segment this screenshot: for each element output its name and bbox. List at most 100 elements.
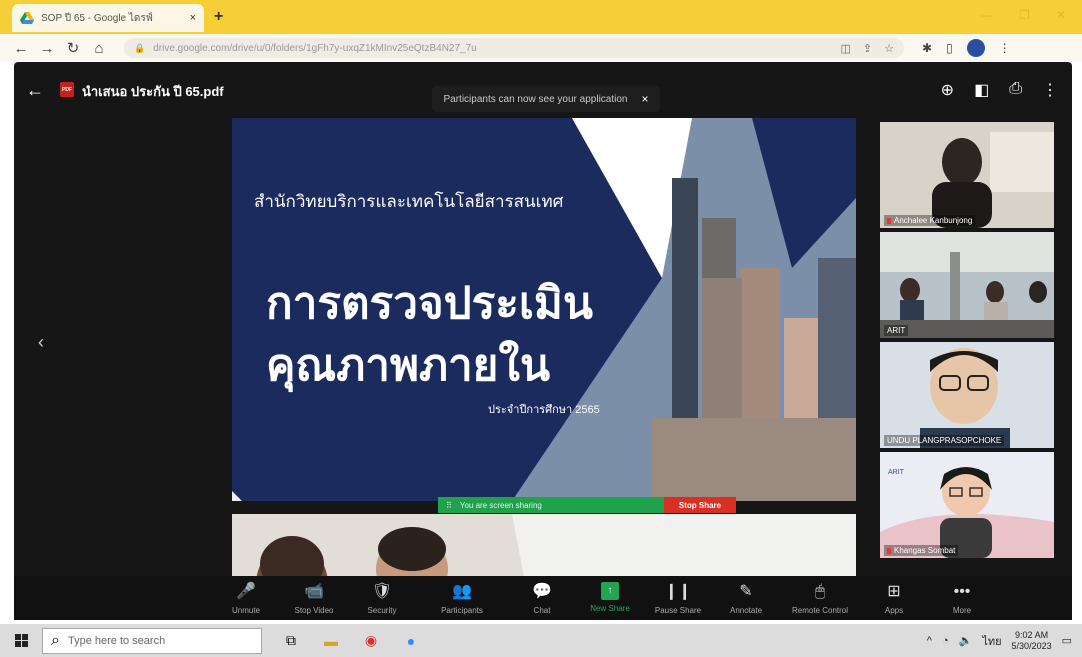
sharing-notice-banner: Participants can now see your applicatio… [432,86,660,112]
notification-center-icon[interactable]: ▭ [1062,634,1072,647]
mouse-icon: 🖱 [815,583,825,600]
pencil-icon: ✎ [739,583,753,600]
print-icon[interactable]: ⎙ [1009,80,1022,100]
chat-button[interactable]: 💬 Chat [508,576,576,615]
browser-tab[interactable]: SOP ปี 65 - Google ไดรฟ์ × [12,4,204,32]
participant-video [880,122,1054,228]
show-hidden-icons-icon[interactable]: ^ [927,635,932,647]
security-button[interactable]: 🛡 Security [348,576,416,615]
previous-page-icon[interactable]: ‹ [38,332,44,353]
sharing-grip-icon[interactable]: ⠿ [446,501,452,510]
svg-text:ARIT: ARIT [888,469,905,476]
forward-icon[interactable]: → [36,37,58,59]
participant-video [880,342,1054,448]
search-placeholder: Type here to search [67,634,166,647]
address-bar[interactable]: 🔒 drive.google.com/drive/u/0/folders/1gF… [124,38,904,58]
slide-page: สำนักวิทยบริการและเทคโนโลยีสารสนเทศ การต… [232,118,856,501]
tab-title: SOP ปี 65 - Google ไดรฟ์ [41,12,153,24]
annotate-button[interactable]: ✎ Annotate [712,576,780,615]
slide-academic-year: ประจำปีการศึกษา 2565 [488,404,600,416]
participant-name: Khangas Sombat [884,545,959,556]
zoom-app-icon[interactable]: ● [400,630,422,652]
more-dots-icon: ••• [953,583,971,600]
open-with-icon[interactable]: ◧ [974,80,989,100]
taskbar-search-box[interactable]: ⌕ Type here to search [42,627,262,654]
screen-share-status-bar: ⠿ You are screen sharing [438,497,664,513]
window-controls: — ❐ ✕ [981,8,1066,22]
slide-organization-name: สำนักวิทยบริการและเทคโนโลยีสารสนเทศ [254,192,564,211]
participant-video-tile[interactable]: ARIT [880,232,1054,338]
lock-icon: 🔒 [134,42,146,53]
more-button[interactable]: ••• More [928,576,996,615]
home-icon[interactable]: ⌂ [88,37,110,59]
clock-date: 5/30/2023 [1011,640,1052,651]
sharing-status-text: You are screen sharing [459,500,542,510]
more-options-icon[interactable]: ⋮ [1042,80,1058,100]
mic-muted-icon [887,217,891,224]
google-drive-icon [20,12,34,24]
maximize-icon[interactable]: ❐ [1019,8,1030,22]
tab-close-icon[interactable]: × [190,12,196,24]
add-to-drive-icon[interactable]: ⊕ [941,80,954,100]
zoom-meeting-toolbar: 🎤 Unmute 📹 Stop Video 🛡 Security 👥 Participa… [14,576,1072,620]
pause-share-button[interactable]: ❙❙ Pause Share [644,576,712,615]
extensions-icon[interactable]: ✱ [922,41,932,55]
browser-menu-icon[interactable]: ⋮ [999,41,1011,55]
stop-video-button[interactable]: 📹 Stop Video [280,576,348,615]
taskbar-clock[interactable]: 9:02 AM 5/30/2023 [1012,630,1052,652]
windows-logo-icon [14,634,28,647]
wifi-icon[interactable]: ◔ [942,635,949,647]
sharing-notice-text: Participants can now see your applicatio… [443,93,628,105]
close-window-icon[interactable]: ✕ [1056,8,1066,22]
bookmark-star-icon[interactable]: ☆ [884,42,894,55]
participant-avatar-video: ARIT [880,452,1054,558]
url-text: drive.google.com/drive/u/0/folders/1gFh7… [153,42,477,54]
input-language[interactable]: ไทย [982,632,1001,650]
volume-icon[interactable]: 🔈 [959,634,973,647]
reload-icon[interactable]: ↻ [62,37,84,59]
chat-bubble-icon: 💬 [532,583,552,600]
viewer-back-icon[interactable]: ← [26,80,44,101]
minimize-icon[interactable]: — [981,8,993,22]
chrome-icon[interactable]: ◉ [360,630,382,652]
pdf-file-name: นำเสนอ ประกัน ปี 65.pdf [82,84,224,99]
participant-video [880,232,1054,338]
slide-corner-mark [232,491,242,501]
task-view-icon[interactable]: ⧉ [280,630,302,652]
screen: SOP ปี 65 - Google ไดรฟ์ × + — ❐ ✕ ← → ↻… [0,0,1082,657]
participant-video-tile[interactable]: UNDU PLANGPRASOPCHOKE [880,342,1054,448]
banner-close-icon[interactable]: × [641,92,648,106]
pdf-viewer: ← PDF นำเสนอ ประกัน ปี 65.pdf Participan… [14,62,1072,620]
remote-control-button[interactable]: 🖱 Remote Control [780,576,860,615]
apps-button[interactable]: ⊞ Apps [860,576,928,615]
unmute-button[interactable]: 🎤 Unmute [212,576,280,615]
video-camera-icon: 📹 [304,583,324,600]
clock-time: 9:02 AM [1015,629,1049,640]
participant-name: ARIT [884,325,909,336]
google-lens-icon[interactable]: ◫ [841,42,851,55]
stop-share-button[interactable]: Stop Share [664,497,736,513]
viewer-actions: ⊕ ◧ ⎙ ⋮ [941,80,1058,100]
slide-title-line-2: คุณภาพภายใน [266,341,551,390]
apps-grid-icon: ⊞ [887,583,901,600]
side-panel-icon[interactable]: ▯ [946,41,953,55]
pdf-file-icon: PDF [60,82,74,97]
browser-tab-strip: SOP ปี 65 - Google ไดรฟ์ × + — ❐ ✕ [0,0,1082,34]
participant-name: Anchalee Kanbunjong [884,215,976,226]
profile-avatar[interactable] [966,39,985,57]
system-tray: ^ ◔ 🔈 ไทย 9:02 AM 5/30/2023 ▭ [927,630,1082,652]
participants-button[interactable]: 👥 Participants [416,576,508,615]
mic-muted-icon [887,547,891,554]
new-share-button[interactable]: ↑ New Share [576,576,644,613]
participant-video-tile[interactable]: Anchalee Kanbunjong [880,122,1054,228]
participant-video-tile[interactable]: ARIT Khangas Sombat [880,452,1054,558]
share-page-icon[interactable]: ⇪ [863,42,872,55]
microphone-muted-icon: 🎤 [236,583,256,600]
windows-taskbar: ⌕ Type here to search ⧉ ▬ ◉ ● ^ ◔ 🔈 ไทย … [0,624,1082,657]
new-tab-button[interactable]: + [214,8,223,26]
start-button[interactable] [0,634,42,647]
share-screen-icon: ↑ [601,582,619,600]
back-icon[interactable]: ← [10,37,32,59]
file-explorer-icon[interactable]: ▬ [320,630,342,652]
search-icon: ⌕ [51,631,60,649]
